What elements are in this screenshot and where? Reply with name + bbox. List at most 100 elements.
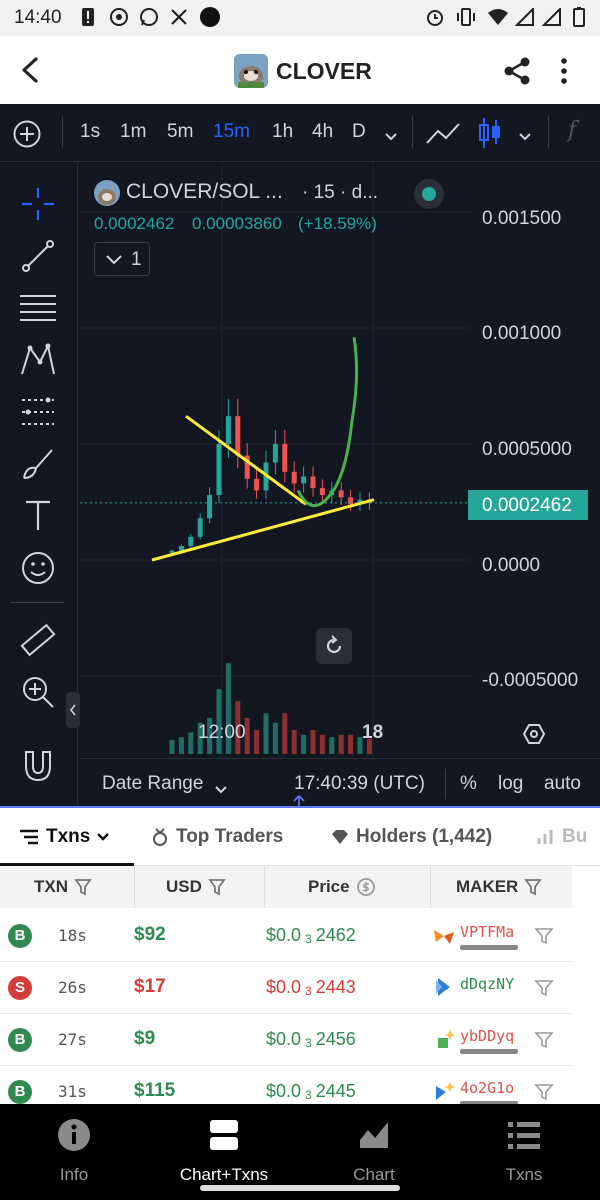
home-indicator [200, 1185, 400, 1191]
settings-hexagon-icon[interactable] [522, 722, 546, 746]
prediction-icon[interactable] [18, 392, 58, 432]
filter-icon[interactable] [534, 1030, 554, 1050]
text-tool-icon[interactable] [18, 496, 58, 536]
back-arrow-icon[interactable] [18, 56, 44, 84]
column-header-usd[interactable]: USD [166, 877, 226, 897]
column-header-price[interactable]: Price [308, 877, 376, 897]
column-label: MAKER [456, 877, 519, 896]
data-tabs: Txns Top Traders Holders (1,442) Bu [0, 808, 600, 866]
emoji-icon[interactable] [18, 548, 58, 588]
nav-label: Txns [505, 1165, 543, 1184]
maker-address[interactable]: VPTFMa [460, 923, 514, 941]
auto-scale-toggle[interactable]: auto [544, 773, 581, 795]
drawing-tools-sidebar [0, 162, 80, 808]
pattern-icon[interactable] [18, 340, 58, 380]
log-scale-toggle[interactable]: log [498, 773, 523, 795]
ruler-icon[interactable] [18, 620, 58, 660]
price-axis-label: 0.0000 [482, 555, 541, 576]
battery-icon [572, 7, 586, 27]
filter-icon[interactable] [534, 926, 554, 946]
date-range-button[interactable]: Date Range [102, 773, 203, 795]
buy-badge: B [8, 1028, 32, 1052]
timeframe-toolbar: 1s 1m 5m 15m 1h 4h D f [0, 104, 600, 162]
timeframe-15m[interactable]: 15m [213, 121, 250, 143]
maker-address[interactable]: dDqzNY [460, 975, 514, 993]
column-header-maker[interactable]: MAKER [456, 877, 543, 897]
line-chart-icon[interactable] [424, 118, 462, 148]
volume-bar [272, 722, 278, 754]
divider [134, 866, 135, 908]
trendline-resistance [185, 414, 307, 506]
symbol-title: CLOVER/SOL ... [126, 180, 283, 203]
candle [197, 518, 203, 537]
nav-txns[interactable]: Txns [464, 1118, 584, 1185]
list-icon [508, 1122, 540, 1149]
zoom-in-icon[interactable] [18, 672, 58, 712]
more-options-icon[interactable] [556, 56, 572, 86]
volume-bar [329, 737, 335, 754]
sell-badge: S [8, 976, 32, 1000]
volume-bar [338, 734, 344, 754]
filter-icon[interactable] [534, 978, 554, 998]
nav-chart-txns[interactable]: Chart+Txns [164, 1118, 284, 1185]
chevron-down-icon[interactable] [214, 779, 228, 794]
magnet-icon[interactable] [18, 746, 58, 786]
txn-usd: $92 [134, 924, 166, 945]
nav-label: Chart+Txns [179, 1165, 269, 1184]
add-indicator-icon[interactable] [12, 119, 42, 149]
nav-chart[interactable]: Chart [314, 1118, 434, 1185]
timeframe-1s[interactable]: 1s [80, 121, 100, 143]
collapse-sidebar-icon[interactable] [66, 692, 80, 728]
maker-address[interactable]: 4o2G1o [460, 1079, 514, 1097]
price-axis-label: 0.001500 [482, 208, 562, 229]
txn-price: $0.0 3 2456 [266, 1029, 356, 1050]
candle [254, 478, 260, 491]
percent-scale-toggle[interactable]: % [460, 773, 477, 795]
tab-bubblemaps[interactable]: Bu [536, 826, 587, 848]
formula-icon[interactable]: f [568, 118, 576, 143]
maker-address[interactable]: ybDDyq [460, 1027, 514, 1045]
divider [264, 866, 265, 908]
tab-label: Holders (1,442) [356, 826, 493, 847]
volume-bar [263, 713, 269, 754]
candlestick-icon[interactable] [476, 116, 504, 150]
nav-info[interactable]: Info [14, 1118, 134, 1185]
timeframe-4h[interactable]: 4h [312, 121, 333, 143]
table-row[interactable]: B 27s $9 $0.0 3 2456 ybDDyq [0, 1014, 572, 1066]
price-axis-label: 0.001000 [482, 323, 562, 344]
timeframe-1m[interactable]: 1m [120, 121, 146, 143]
volume-bar [169, 740, 175, 754]
column-label: USD [166, 877, 202, 896]
volume-bar [319, 734, 325, 754]
trend-line-icon[interactable] [18, 236, 58, 276]
tab-txns[interactable]: Txns [18, 826, 110, 848]
price-chart[interactable]: CLOVER/SOL ... · 15 · d... 0.0002462 0.0… [80, 162, 600, 808]
column-header-txn[interactable]: TXN [34, 877, 92, 897]
chevron-down-icon[interactable] [384, 126, 398, 141]
indicator-toggle-button[interactable]: 1 [94, 242, 150, 276]
txn-price: $0.0 3 2443 [266, 977, 356, 998]
tab-top-traders[interactable]: Top Traders [150, 826, 283, 848]
symbol-logo [94, 180, 120, 206]
txn-age: 31s [58, 1082, 87, 1101]
fib-retracement-icon[interactable] [18, 288, 58, 328]
timeframe-1h[interactable]: 1h [272, 121, 293, 143]
brush-icon[interactable] [18, 444, 58, 484]
filter-icon[interactable] [534, 1082, 554, 1102]
tab-holders[interactable]: Holders (1,442) [330, 826, 492, 848]
crosshair-icon[interactable] [18, 184, 58, 224]
nav-label: Info [59, 1165, 89, 1184]
share-icon[interactable] [502, 56, 532, 86]
split-view-icon [210, 1120, 238, 1150]
timeframe-5m[interactable]: 5m [167, 121, 193, 143]
chevron-down-icon[interactable] [518, 126, 532, 141]
table-row[interactable]: S 26s $17 $0.0 3 2443 dDqzNY [0, 962, 572, 1014]
diamond-icon [332, 830, 348, 844]
candle [216, 444, 222, 496]
nav-label: Chart [353, 1165, 395, 1184]
filter-icon [524, 879, 543, 896]
reset-chart-icon[interactable] [316, 628, 352, 664]
buy-badge: B [8, 924, 32, 948]
timeframe-d[interactable]: D [352, 121, 366, 143]
table-row[interactable]: B 18s $92 $0.0 3 2462 VPTFMa [0, 910, 572, 962]
